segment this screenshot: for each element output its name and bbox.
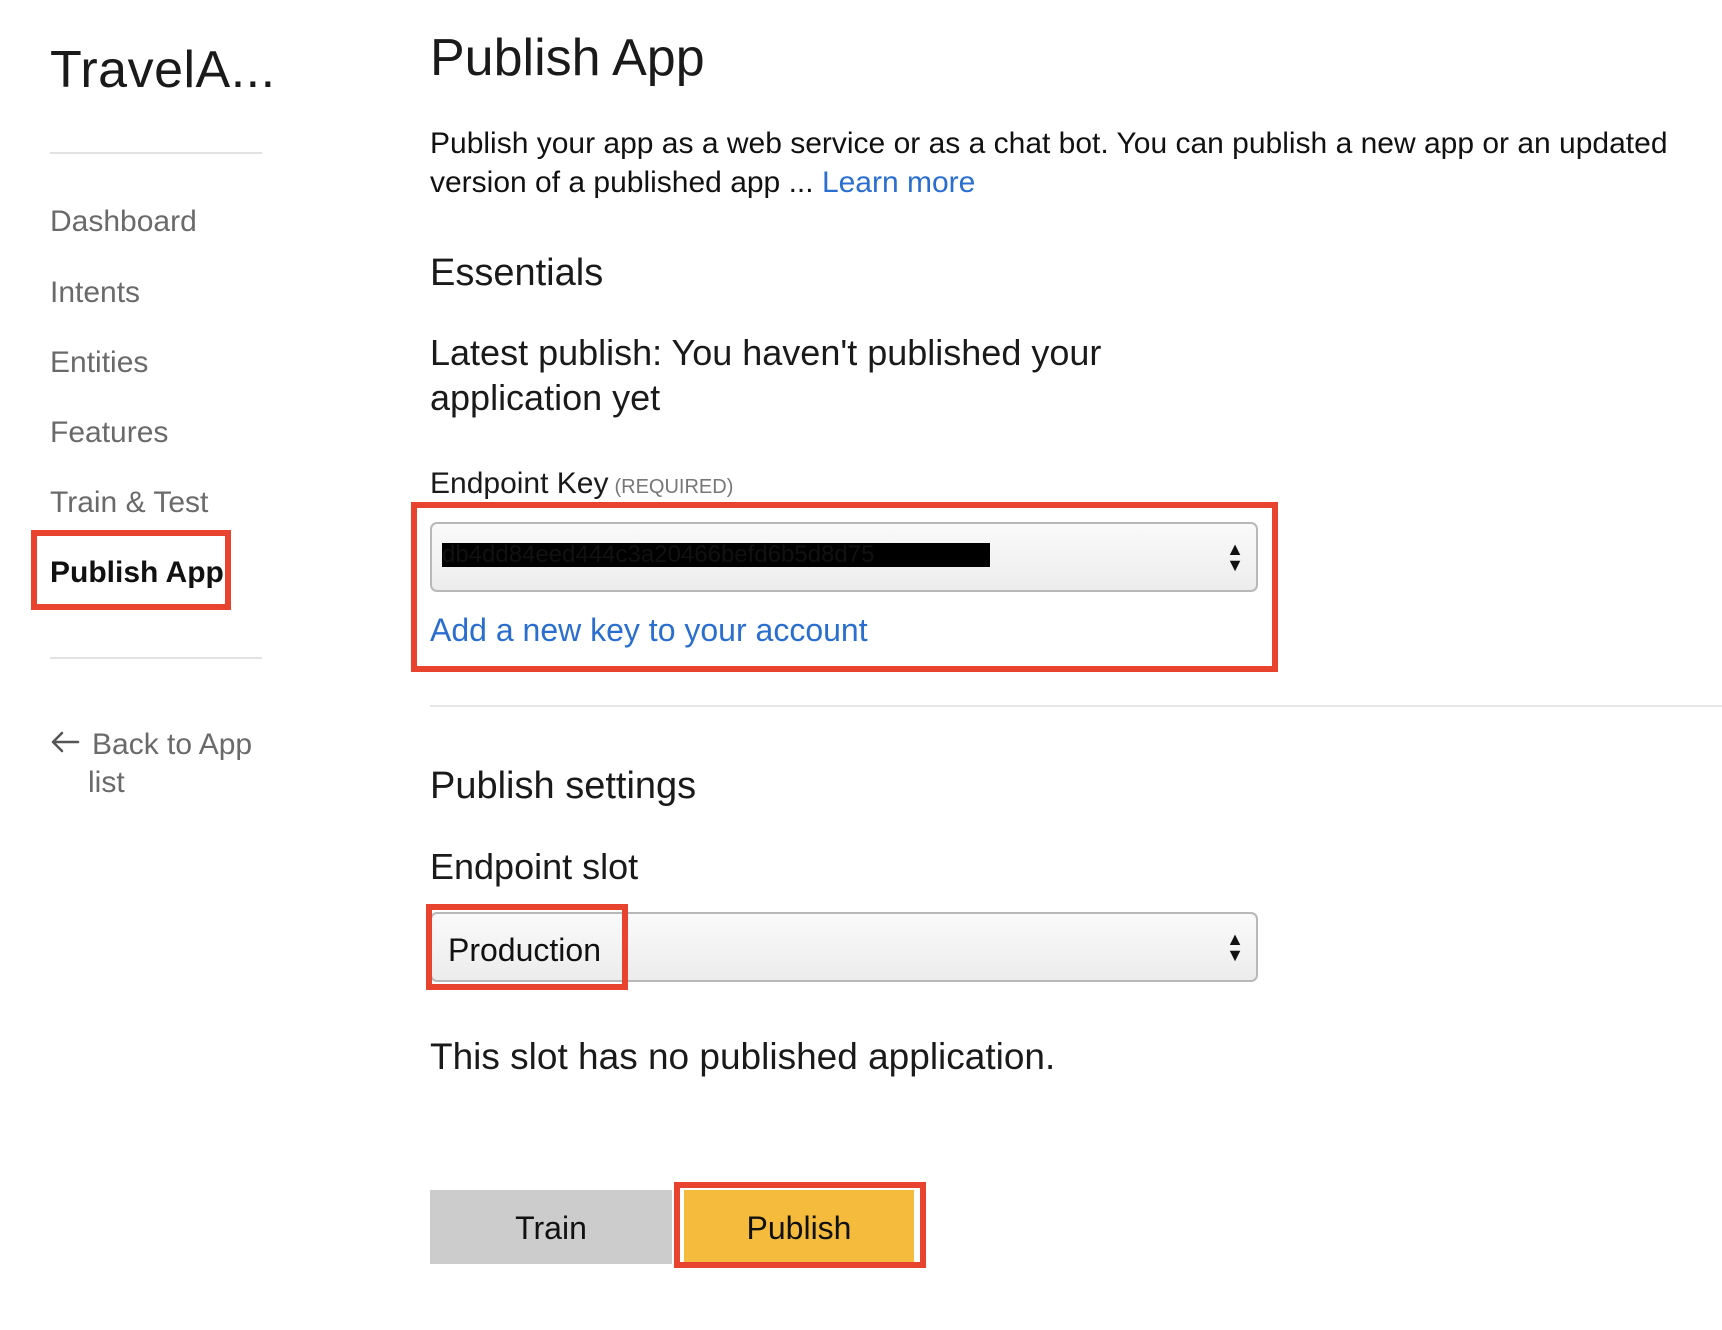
latest-publish-status: Latest publish: You haven't published yo… (430, 332, 1102, 418)
endpoint-slot-label: Endpoint slot (430, 846, 639, 887)
learn-more-link[interactable]: Learn more (822, 166, 975, 199)
back-link-label: Back to App (92, 728, 253, 761)
section-divider (430, 705, 1722, 707)
train-button[interactable]: Train (430, 1190, 672, 1264)
arrow-left-icon (50, 726, 84, 764)
intro-description: Publish your app as a web service or as … (430, 127, 1668, 199)
page-title: Publish App (430, 29, 705, 87)
sidebar-item-dashboard[interactable]: Dashboard (50, 205, 197, 239)
select-arrows-icon: ▲ ▼ (1226, 929, 1244, 965)
endpoint-key-label: Endpoint Key (REQUIRED) (430, 467, 733, 501)
sidebar-divider-bottom (50, 657, 262, 659)
sidebar-item-intents[interactable]: Intents (50, 276, 140, 310)
back-link-label-line2: list (88, 766, 125, 799)
endpoint-key-label-text: Endpoint Key (430, 467, 609, 500)
sidebar-divider-top (50, 152, 262, 154)
publish-settings-heading: Publish settings (430, 765, 697, 807)
page: TravelA... Dashboard Intents Entities Fe… (0, 0, 1722, 1330)
sidebar-item-features[interactable]: Features (50, 416, 168, 450)
publish-button-highlight-box (674, 1182, 926, 1268)
intro-text: Publish your app as a web service or as … (430, 124, 1690, 202)
production-highlight-box (426, 904, 628, 990)
slot-status-note: This slot has no published application. (430, 1036, 1056, 1077)
sidebar-item-entities[interactable]: Entities (50, 346, 148, 380)
required-indicator: (REQUIRED) (614, 476, 734, 498)
essentials-heading: Essentials (430, 252, 604, 294)
back-to-app-list-link[interactable]: Back to App list (50, 726, 252, 802)
publish-app-highlight-box (31, 530, 231, 610)
app-title: TravelA... (50, 41, 276, 99)
endpoint-key-highlight-box (411, 502, 1278, 672)
sidebar-item-train-test[interactable]: Train & Test (50, 486, 208, 520)
